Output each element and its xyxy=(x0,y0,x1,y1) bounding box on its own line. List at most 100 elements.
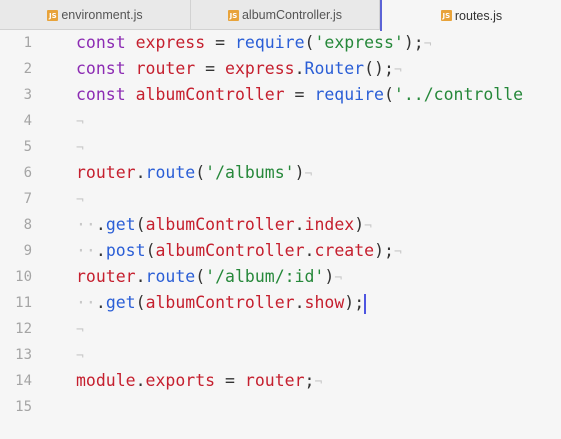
code-token: '/album/:id' xyxy=(205,267,325,286)
code-token: ¬ xyxy=(76,141,84,156)
tab-environment-js[interactable]: JS environment.js xyxy=(0,0,191,30)
code-token: ( xyxy=(195,163,206,182)
js-file-icon: JS xyxy=(227,9,239,21)
code-token: router xyxy=(76,267,136,286)
code-token: express xyxy=(225,59,295,78)
line-number: 6 xyxy=(23,165,32,181)
code-token: Router xyxy=(304,59,365,78)
code-token: 'express' xyxy=(314,33,404,52)
code-line[interactable]: 3 const albumController = require('../con… xyxy=(0,82,561,108)
code-line[interactable]: 11 ··.get(albumController.show); xyxy=(0,290,561,316)
code-token: create xyxy=(314,241,375,260)
code-line[interactable]: 15 xyxy=(0,394,561,420)
code-text: ¬ xyxy=(76,316,84,344)
code-line[interactable]: 14 module.exports = router;¬ xyxy=(0,368,561,394)
tab-routes-js[interactable]: JS routes.js xyxy=(380,0,561,31)
code-token: require xyxy=(234,33,305,52)
code-text: ¬ xyxy=(76,134,84,162)
code-line[interactable]: 2 const router = express.Router();¬ xyxy=(0,56,561,82)
code-line[interactable]: 5 ¬ xyxy=(0,134,561,160)
code-token: require xyxy=(314,85,384,104)
code-token: albumController xyxy=(145,215,295,234)
line-number: 4 xyxy=(23,113,32,129)
code-token: show xyxy=(304,293,345,312)
code-token: ); xyxy=(403,33,424,52)
code-token: route xyxy=(145,267,196,286)
line-number: 13 xyxy=(15,347,32,363)
code-token: ); xyxy=(344,293,365,312)
code-token: . xyxy=(95,215,106,234)
code-text: const express = require('express');¬ xyxy=(76,30,432,58)
line-number: 1 xyxy=(23,35,32,51)
tab-label: routes.js xyxy=(454,8,503,23)
code-token: ¬ xyxy=(423,37,432,52)
line-number: 14 xyxy=(15,373,32,389)
code-token: ¬ xyxy=(76,323,84,338)
code-token: ( xyxy=(304,33,315,52)
code-token: ) xyxy=(354,215,365,234)
code-token: = xyxy=(195,59,226,78)
code-token: '/albums' xyxy=(205,163,295,182)
code-token: ¬ xyxy=(76,193,84,208)
code-token: post xyxy=(105,241,146,260)
code-token: . xyxy=(95,293,106,312)
tab-label: environment.js xyxy=(61,8,143,22)
code-line[interactable]: 6 router.route('/albums')¬ xyxy=(0,160,561,186)
code-editor[interactable]: 1 const express = require('express');¬ 2 co… xyxy=(0,30,561,439)
code-text: ¬ xyxy=(76,342,84,370)
code-token: ( xyxy=(145,241,156,260)
code-token: ( xyxy=(195,267,206,286)
code-text: ¬ xyxy=(76,108,84,136)
code-token: ( xyxy=(383,85,394,104)
code-text: router.route('/album/:id')¬ xyxy=(76,264,342,292)
code-token: exports xyxy=(145,371,216,390)
code-line[interactable]: 10 router.route('/album/:id')¬ xyxy=(0,264,561,290)
line-number: 8 xyxy=(23,217,32,233)
code-token: ·· xyxy=(76,293,96,312)
code-token: ( xyxy=(135,215,146,234)
code-token: ¬ xyxy=(393,245,402,260)
code-token: . xyxy=(135,163,146,182)
code-line[interactable]: 4 ¬ xyxy=(0,108,561,134)
code-text: const router = express.Router();¬ xyxy=(76,56,402,84)
code-token: . xyxy=(294,293,305,312)
code-token: router xyxy=(76,163,136,182)
code-token: const xyxy=(76,33,126,52)
code-token: . xyxy=(135,371,146,390)
code-line[interactable]: 8 ··.get(albumController.index)¬ xyxy=(0,212,561,238)
code-token: ¬ xyxy=(76,349,84,364)
code-text: module.exports = router;¬ xyxy=(76,368,322,396)
tab-albumcontroller-js[interactable]: JS albumController.js xyxy=(191,0,380,30)
code-token: ) xyxy=(324,267,335,286)
code-token: . xyxy=(95,241,106,260)
code-token: '../controlle xyxy=(393,85,524,104)
code-line[interactable]: 13 ¬ xyxy=(0,342,561,368)
code-token: . xyxy=(294,59,305,78)
code-text: const albumController = require('../cont… xyxy=(76,82,523,108)
code-token: express xyxy=(135,33,206,52)
code-token: route xyxy=(145,163,196,182)
code-token: ( xyxy=(135,293,146,312)
code-token: (); xyxy=(364,59,394,78)
code-token: ¬ xyxy=(76,115,84,130)
line-number: 2 xyxy=(23,61,32,77)
line-number: 10 xyxy=(15,269,32,285)
code-token: albumController xyxy=(135,85,285,104)
code-token: . xyxy=(304,241,315,260)
code-line[interactable]: 7 ¬ xyxy=(0,186,561,212)
js-file-icon: JS xyxy=(47,9,59,21)
code-token: = xyxy=(205,33,235,52)
code-token: ; xyxy=(304,371,315,390)
line-number: 11 xyxy=(15,295,32,311)
code-token: ·· xyxy=(76,241,96,260)
code-line[interactable]: 9 ··.post(albumController.create);¬ xyxy=(0,238,561,264)
code-line[interactable]: 12 ¬ xyxy=(0,316,561,342)
code-token: ¬ xyxy=(364,219,372,234)
code-text: ··.get(albumController.show); xyxy=(76,290,367,316)
code-line[interactable]: 1 const express = require('express');¬ xyxy=(0,30,561,56)
code-token: get xyxy=(105,293,136,312)
js-file-icon: JS xyxy=(440,10,452,21)
